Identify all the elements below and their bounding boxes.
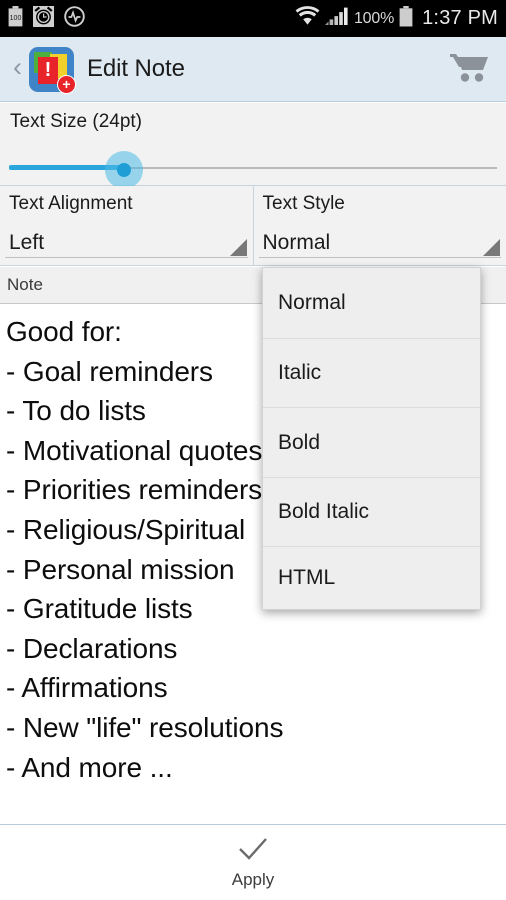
status-bar-left-icons: 100 xyxy=(8,5,85,32)
slider-thumb[interactable] xyxy=(117,163,131,177)
app-icon-add-badge: + xyxy=(57,74,76,94)
text-style-dropdown-menu[interactable]: Normal Italic Bold Bold Italic HTML xyxy=(262,267,481,610)
text-style-spinner[interactable]: Text Style Normal xyxy=(253,186,506,266)
status-bar: 100 100% 1:37 PM xyxy=(0,0,506,37)
apply-label: Apply xyxy=(231,870,275,889)
battery-icon xyxy=(399,5,413,32)
apply-button[interactable]: Apply xyxy=(0,824,506,900)
status-bar-right-icons: 100% 1:37 PM xyxy=(295,5,498,32)
dropdown-option-normal[interactable]: Normal xyxy=(263,268,480,338)
dropdown-option-html[interactable]: HTML xyxy=(263,546,480,609)
dropdown-option-italic[interactable]: Italic xyxy=(263,338,480,407)
svg-text:100: 100 xyxy=(10,15,22,22)
text-size-label: Text Size (24pt) xyxy=(10,111,142,132)
back-chevron-icon[interactable]: ‹ xyxy=(6,53,29,85)
text-alignment-underline xyxy=(5,257,248,258)
edit-note-screen: 100 100% 1:37 PM ‹ ! + Edit Note Text Si… xyxy=(0,0,506,900)
action-bar: ‹ ! + Edit Note xyxy=(0,37,506,102)
text-alignment-spinner[interactable]: Text Alignment Left xyxy=(0,186,254,266)
note-line: - New "life" resolutions xyxy=(6,711,284,743)
text-style-underline xyxy=(258,257,501,258)
wifi-icon xyxy=(295,6,320,31)
dropdown-option-bold-italic[interactable]: Bold Italic xyxy=(263,477,480,546)
alarm-clock-icon xyxy=(33,5,54,32)
battery-percent-label: 100% xyxy=(353,9,395,27)
note-line: - Declarations xyxy=(6,632,178,664)
text-style-label: Text Style xyxy=(262,193,345,214)
shopping-cart-icon[interactable] xyxy=(448,50,492,89)
signal-bars-icon xyxy=(324,6,349,31)
dropdown-triangle-icon xyxy=(483,239,500,256)
note-line: - And more ... xyxy=(6,751,173,783)
text-size-slider[interactable] xyxy=(9,151,497,189)
text-alignment-value: Left xyxy=(9,231,45,254)
app-icon-exclamation: ! xyxy=(44,58,52,81)
text-size-panel: Text Size (24pt) xyxy=(0,103,506,189)
dropdown-option-bold[interactable]: Bold xyxy=(263,407,480,477)
checkmark-icon xyxy=(234,835,272,868)
battery-100-icon: 100 xyxy=(8,5,23,32)
page-title: Edit Note xyxy=(87,55,185,82)
dropdown-triangle-icon xyxy=(229,239,247,256)
activity-pulse-icon xyxy=(64,5,85,32)
note-label: Note xyxy=(7,275,43,294)
app-icon[interactable]: ! + xyxy=(29,46,76,94)
text-style-value: Normal xyxy=(262,231,331,254)
style-controls-row: Text Alignment Left Text Style Normal xyxy=(0,186,506,266)
note-line: - Affirmations xyxy=(6,672,168,704)
text-alignment-label: Text Alignment xyxy=(9,193,133,214)
status-bar-clock: 1:37 PM xyxy=(422,7,498,29)
